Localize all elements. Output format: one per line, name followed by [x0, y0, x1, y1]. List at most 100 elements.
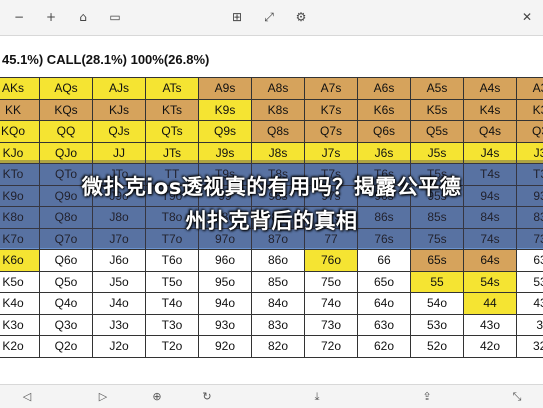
hand-cell: 66 [358, 250, 411, 272]
zoom-in-icon[interactable]: + [44, 10, 58, 24]
hand-cell: 62o [358, 336, 411, 358]
rotate-icon[interactable]: ↻ [200, 390, 214, 404]
hand-cell: T3o [146, 314, 199, 336]
hand-cell: 92o [199, 336, 252, 358]
hand-cell: A5s [411, 78, 464, 100]
hand-cell: 93o [199, 314, 252, 336]
share-icon[interactable]: ⇪ [420, 390, 434, 404]
bottom-toolbar: ◁ ▷ ⊕ ↻ ⤓ ⇪ ⤡ [0, 384, 543, 408]
fit-icon[interactable]: ⤢ [262, 10, 276, 24]
hand-cell: 42o [464, 336, 517, 358]
hand-cell: Q5o [40, 271, 93, 293]
hand-cell: Q4s [464, 121, 517, 143]
article-title-overlay: 微扑克ios透视真的有用吗？揭露公平德 州扑克背后的真相 [0, 170, 543, 238]
hand-cell: 52o [411, 336, 464, 358]
zoom-out-icon[interactable]: − [12, 10, 26, 24]
hand-cell: KQo [0, 121, 40, 143]
hand-cell: 82o [252, 336, 305, 358]
hand-cell: 84o [252, 293, 305, 315]
hand-cell: K4s [464, 99, 517, 121]
close-icon[interactable]: ✕ [520, 10, 534, 24]
hand-cell: 64o [358, 293, 411, 315]
hand-cell: AQs [40, 78, 93, 100]
hand-cell: K8s [252, 99, 305, 121]
hand-cell: AKs [0, 78, 40, 100]
article-title-line-1: 微扑克ios透视真的有用吗？揭露公平德 [81, 175, 462, 199]
hand-cell: A9s [199, 78, 252, 100]
hand-cell: 72o [305, 336, 358, 358]
hand-cell: 74o [305, 293, 358, 315]
hand-cell: K2o [0, 336, 40, 358]
hand-cell: K9s [199, 99, 252, 121]
hand-cell: J2o [93, 336, 146, 358]
hand-cell: ATs [146, 78, 199, 100]
hand-cell: K3s [517, 99, 543, 121]
hand-cell: 43s [517, 293, 543, 315]
range-summary-header: 45.1%) CALL(28.1%) 100%(26.8%) [2, 52, 210, 67]
hand-cell: 65o [358, 271, 411, 293]
download-icon[interactable]: ⤓ [310, 390, 324, 404]
hand-cell: 44 [464, 293, 517, 315]
hand-cell: KK [0, 99, 40, 121]
hand-cell: T6o [146, 250, 199, 272]
hand-cell: J5o [93, 271, 146, 293]
hand-cell: Q7s [305, 121, 358, 143]
settings-icon[interactable]: ⚙ [294, 10, 308, 24]
hand-cell: A3s [517, 78, 543, 100]
hand-cell: T2o [146, 336, 199, 358]
hand-cell: 63o [358, 314, 411, 336]
hand-cell: J3o [93, 314, 146, 336]
hand-cell: AJs [93, 78, 146, 100]
hand-cell: K3o [0, 314, 40, 336]
hand-cell: 64s [464, 250, 517, 272]
hand-cell: 54s [464, 271, 517, 293]
hand-cell: Q8s [252, 121, 305, 143]
hand-cell: 32o [517, 336, 543, 358]
article-title-line-2: 州扑克背后的真相 [185, 209, 358, 233]
hand-cell: A7s [305, 78, 358, 100]
hand-cell: 53s [517, 271, 543, 293]
hand-cell: A6s [358, 78, 411, 100]
hand-cell: K6o [0, 250, 40, 272]
page-prev-icon[interactable]: ◁ [20, 390, 34, 404]
top-toolbar: − + ⌂ ▭ ⊞ ⤢ ⚙ ✕ [0, 0, 543, 36]
print-icon[interactable]: ▭ [108, 10, 122, 24]
hand-cell: Q4o [40, 293, 93, 315]
hand-cell: 95o [199, 271, 252, 293]
hand-cell: QJs [93, 121, 146, 143]
hand-cell: T5o [146, 271, 199, 293]
hand-cell: K5o [0, 271, 40, 293]
hand-cell: 94o [199, 293, 252, 315]
hand-cell: 76o [305, 250, 358, 272]
hand-cell: T4o [146, 293, 199, 315]
hand-cell: Q6o [40, 250, 93, 272]
hand-cell: 54o [411, 293, 464, 315]
hand-cell: QQ [40, 121, 93, 143]
grid-icon[interactable]: ⊞ [230, 10, 244, 24]
hand-cell: QTs [146, 121, 199, 143]
hand-cell: Q3s [517, 121, 543, 143]
page-next-icon[interactable]: ▷ [96, 390, 110, 404]
hand-cell: Q2o [40, 336, 93, 358]
hand-cell: 65s [411, 250, 464, 272]
hand-cell: Q3o [40, 314, 93, 336]
hand-cell: 53o [411, 314, 464, 336]
hand-cell: 33 [517, 314, 543, 336]
hand-cell: K6s [358, 99, 411, 121]
hand-cell: K7s [305, 99, 358, 121]
hand-cell: 86o [252, 250, 305, 272]
home-icon[interactable]: ⌂ [76, 10, 90, 24]
hand-cell: 73o [305, 314, 358, 336]
hand-cell: KTs [146, 99, 199, 121]
hand-cell: J4o [93, 293, 146, 315]
zoom-icon[interactable]: ⊕ [150, 390, 164, 404]
hand-cell: KJs [93, 99, 146, 121]
hand-cell: A4s [464, 78, 517, 100]
hand-cell: 43o [464, 314, 517, 336]
hand-cell: K4o [0, 293, 40, 315]
expand-icon[interactable]: ⤡ [510, 390, 524, 404]
hand-cell: Q9s [199, 121, 252, 143]
hand-cell: J6o [93, 250, 146, 272]
hand-cell: 55 [411, 271, 464, 293]
hand-cell: 96o [199, 250, 252, 272]
